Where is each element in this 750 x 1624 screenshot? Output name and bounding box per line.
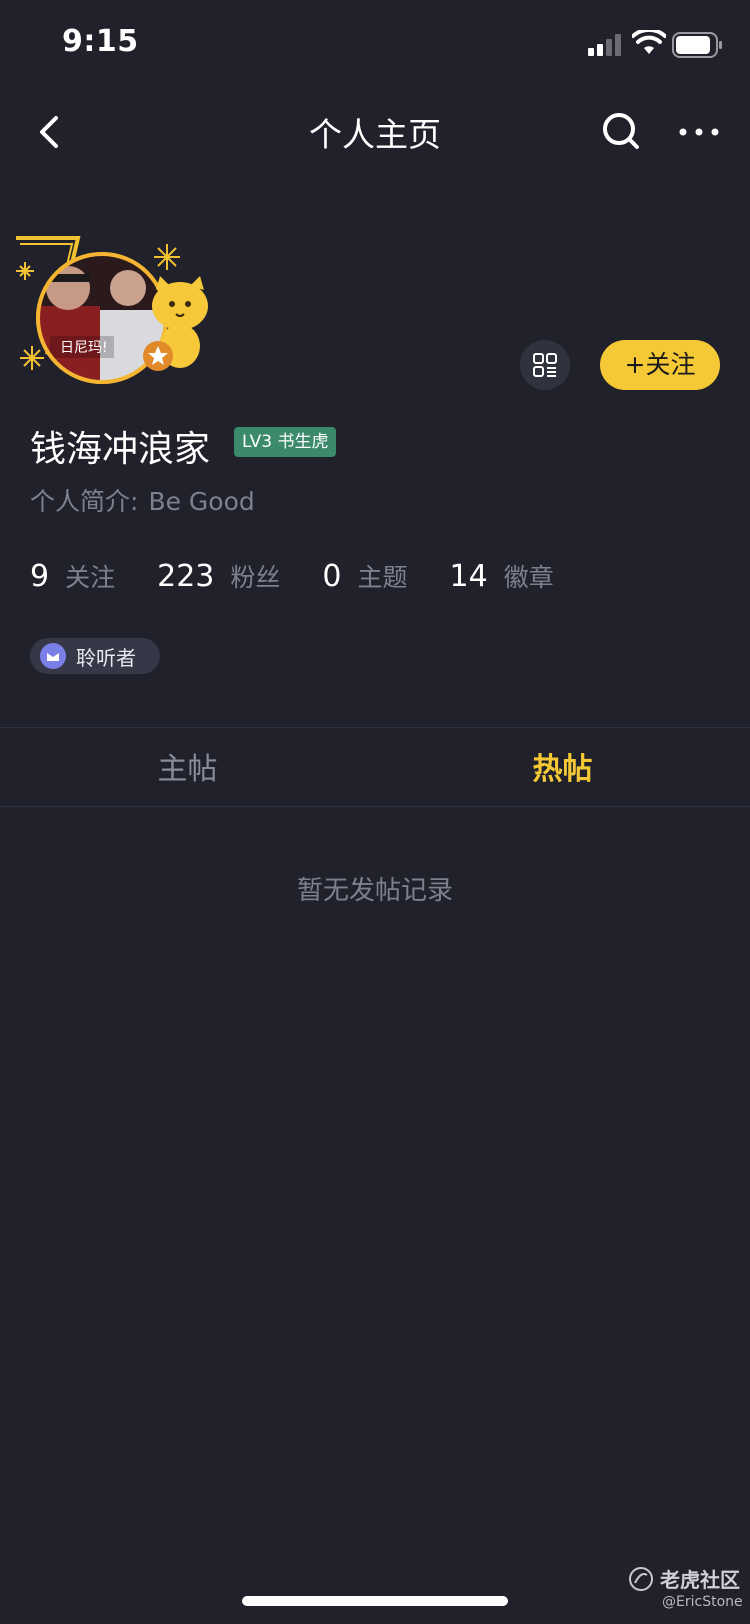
stat-badges[interactable]: 14 徽章 <box>450 558 554 594</box>
home-indicator[interactable] <box>242 1596 508 1606</box>
stat-label: 关注 <box>65 563 116 592</box>
stat-followers[interactable]: 223 粉丝 <box>157 558 280 594</box>
wifi-icon <box>632 30 666 54</box>
listener-tag[interactable]: 聆听者 <box>30 638 160 674</box>
tab-main-posts[interactable]: 主帖 <box>0 744 375 788</box>
bio-value: Be Good <box>148 487 255 516</box>
more-options-icon[interactable] <box>676 120 722 144</box>
stat-number: 223 <box>157 559 215 594</box>
username: 钱海冲浪家 <box>30 429 211 470</box>
battery-icon <box>672 32 722 58</box>
divider <box>0 806 750 807</box>
bio-label: 个人简介: <box>30 487 139 516</box>
qr-code-button[interactable] <box>520 340 570 390</box>
stat-following[interactable]: 9 关注 <box>30 558 115 594</box>
watermark-user: @EricStone <box>662 1594 743 1610</box>
watermark-brand: 老虎社区 <box>660 1568 740 1592</box>
stat-label: 主题 <box>357 563 408 592</box>
bio: 个人简介: Be Good <box>30 482 255 518</box>
qr-code-icon <box>533 353 557 377</box>
empty-state-text: 暂无发帖记录 <box>296 876 453 906</box>
avatar-caption: 日尼玛! <box>60 340 108 356</box>
search-icon[interactable] <box>600 110 642 152</box>
stat-number: 0 <box>322 559 342 594</box>
stat-number: 9 <box>30 559 50 594</box>
tab-hot-posts[interactable]: 热帖 <box>375 744 750 788</box>
stat-label: 徽章 <box>503 563 554 592</box>
stat-label: 粉丝 <box>230 563 281 592</box>
listener-badge-icon <box>40 643 66 669</box>
cellular-signal-icon <box>588 34 621 56</box>
follow-button[interactable]: +关注 <box>600 340 720 390</box>
level-badge[interactable]: LV3 书生虎 <box>234 427 337 457</box>
profile-stats: 9 关注 223 粉丝 0 主题 14 徽章 <box>30 558 596 598</box>
divider <box>0 727 750 728</box>
stat-topics[interactable]: 0 主题 <box>322 558 407 594</box>
status-time: 9:15 <box>62 24 139 59</box>
avatar[interactable]: 日尼玛! <box>10 236 210 396</box>
stat-number: 14 <box>449 559 488 594</box>
watermark-logo-icon <box>629 1567 653 1591</box>
listener-tag-label: 聆听者 <box>76 645 136 670</box>
